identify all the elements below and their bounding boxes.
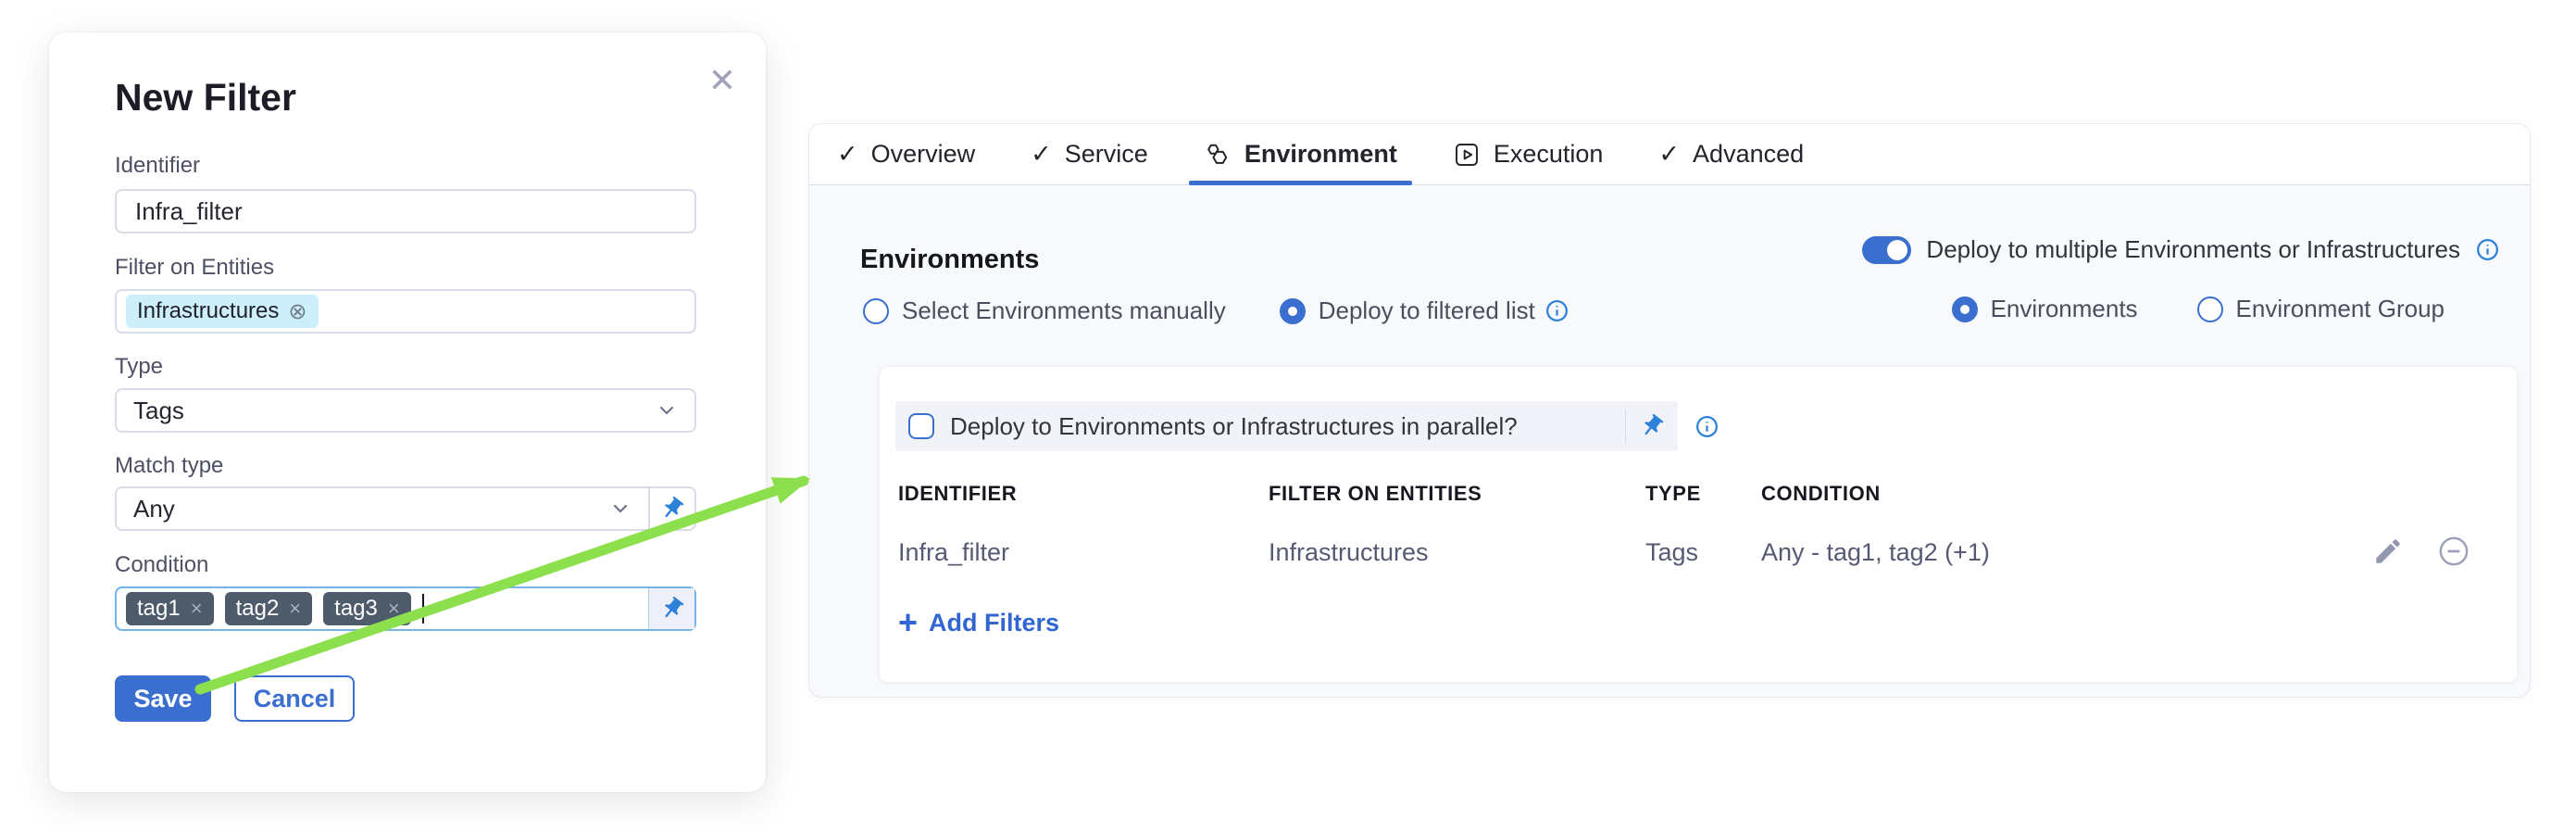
parallel-row: Deploy to Environments or Infrastructure…	[895, 401, 1719, 451]
tag-chip-label: tag2	[236, 596, 280, 622]
toggle-knob	[1887, 240, 1907, 260]
tab-advanced[interactable]: ✓ Advanced	[1631, 124, 1832, 184]
tag-chip: tag1 ×	[126, 592, 214, 625]
radio-deploy-filtered-list[interactable]	[1280, 298, 1306, 324]
tab-label: Execution	[1494, 140, 1604, 169]
add-filters-button[interactable]: + Add Filters	[898, 606, 1059, 639]
close-icon[interactable]: ✕	[708, 64, 736, 97]
radio-environments[interactable]	[1952, 296, 1978, 322]
col-header-condition: CONDITION	[1761, 482, 1881, 506]
text-cursor	[422, 594, 424, 624]
multi-env-toggle[interactable]	[1862, 236, 1911, 264]
stage-tabstrip: ✓ Overview ✓ Service Environment Executi…	[809, 124, 2530, 185]
condition-pin-button[interactable]	[648, 588, 694, 629]
identifier-label: Identifier	[115, 153, 200, 179]
entity-chip-label: Infrastructures	[137, 298, 279, 324]
entity-chip: Infrastructures ⊗	[126, 295, 319, 328]
remove-icon[interactable]	[2438, 536, 2470, 567]
tag-chip: tag3 ×	[323, 592, 411, 625]
row-entities: Infrastructures	[1269, 538, 1429, 567]
radio-environment-group[interactable]	[2197, 296, 2223, 322]
environment-icon	[1204, 141, 1232, 169]
tab-label: Environment	[1244, 140, 1397, 169]
add-filters-label: Add Filters	[929, 609, 1059, 637]
identifier-input[interactable]: Infra_filter	[115, 189, 696, 233]
match-type-pin-button[interactable]	[648, 488, 694, 529]
pin-icon[interactable]	[1633, 408, 1669, 444]
radio-label: Environments	[1991, 295, 2138, 323]
tag-remove-icon[interactable]: ×	[388, 597, 400, 621]
cancel-button[interactable]: Cancel	[234, 675, 355, 722]
tab-environment[interactable]: Environment	[1176, 124, 1425, 184]
tag-remove-icon[interactable]: ×	[191, 597, 203, 621]
modal-title: New Filter	[115, 76, 296, 120]
radio-select-manually[interactable]	[863, 298, 889, 324]
environments-heading: Environments	[860, 245, 1039, 275]
tab-label: Overview	[871, 140, 976, 169]
tag-chip-label: tag1	[137, 596, 181, 622]
pin-icon	[654, 590, 690, 626]
row-type: Tags	[1645, 538, 1698, 567]
parallel-checkbox-bar: Deploy to Environments or Infrastructure…	[895, 401, 1678, 451]
col-header-identifier: IDENTIFIER	[898, 482, 1017, 506]
radio-label: Select Environments manually	[902, 296, 1226, 325]
save-button[interactable]: Save	[115, 675, 211, 722]
parallel-checkbox-label: Deploy to Environments or Infrastructure…	[950, 412, 1518, 441]
plus-icon: +	[898, 606, 918, 639]
tab-service[interactable]: ✓ Service	[1003, 124, 1176, 184]
match-type-label: Match type	[115, 453, 223, 479]
tab-label: Service	[1065, 140, 1148, 169]
check-icon: ✓	[1031, 142, 1052, 167]
col-header-type: TYPE	[1645, 482, 1701, 506]
parallel-checkbox[interactable]	[908, 413, 934, 439]
filters-card: Deploy to Environments or Infrastructure…	[879, 366, 2518, 683]
tag-chip: tag2 ×	[225, 592, 313, 625]
tab-label: Advanced	[1693, 140, 1804, 169]
identifier-value: Infra_filter	[135, 197, 243, 226]
environment-mode-radios: Select Environments manually Deploy to f…	[863, 296, 1569, 325]
col-header-entities: FILTER ON ENTITIES	[1269, 482, 1482, 506]
radio-label: Environment Group	[2236, 295, 2445, 323]
match-type-value: Any	[133, 495, 175, 523]
check-icon: ✓	[1658, 142, 1680, 167]
chip-remove-icon[interactable]: ⊗	[288, 298, 306, 325]
info-icon[interactable]	[2475, 237, 2500, 262]
filter-on-entities-label: Filter on Entities	[115, 255, 274, 281]
tag-remove-icon[interactable]: ×	[289, 597, 301, 621]
radio-label: Deploy to filtered list	[1319, 296, 1535, 325]
tab-overview[interactable]: ✓ Overview	[809, 124, 1003, 184]
row-condition: Any - tag1, tag2 (+1)	[1761, 538, 1990, 567]
chevron-down-icon	[656, 399, 678, 422]
type-value: Tags	[133, 397, 184, 425]
chevron-down-icon	[609, 498, 631, 520]
match-type-select[interactable]: Any	[115, 486, 696, 531]
multi-env-toggle-row: Deploy to multiple Environments or Infra…	[1862, 235, 2500, 264]
info-icon[interactable]	[1544, 298, 1569, 323]
environment-tab-content: Environments Select Environments manuall…	[809, 185, 2530, 698]
condition-input[interactable]: tag1 × tag2 × tag3 ×	[115, 586, 696, 631]
pipeline-stage-panel: ✓ Overview ✓ Service Environment Executi…	[808, 123, 2531, 698]
new-filter-modal: New Filter ✕ Identifier Infra_filter Fil…	[49, 32, 766, 792]
tag-chip-label: tag3	[334, 596, 378, 622]
row-identifier: Infra_filter	[898, 538, 1009, 567]
tab-execution[interactable]: Execution	[1425, 124, 1632, 184]
toggle-label: Deploy to multiple Environments or Infra…	[1926, 235, 2460, 264]
condition-label: Condition	[115, 552, 208, 578]
type-select[interactable]: Tags	[115, 388, 696, 433]
type-label: Type	[115, 354, 163, 380]
divider	[1625, 410, 1626, 443]
info-icon[interactable]	[1694, 414, 1719, 439]
edit-icon[interactable]	[2372, 536, 2404, 567]
check-icon: ✓	[837, 142, 858, 167]
filter-on-entities-input[interactable]: Infrastructures ⊗	[115, 289, 696, 334]
execution-icon	[1453, 141, 1481, 169]
pin-icon	[654, 490, 690, 526]
environment-target-radios: Environments Environment Group	[1952, 295, 2445, 323]
